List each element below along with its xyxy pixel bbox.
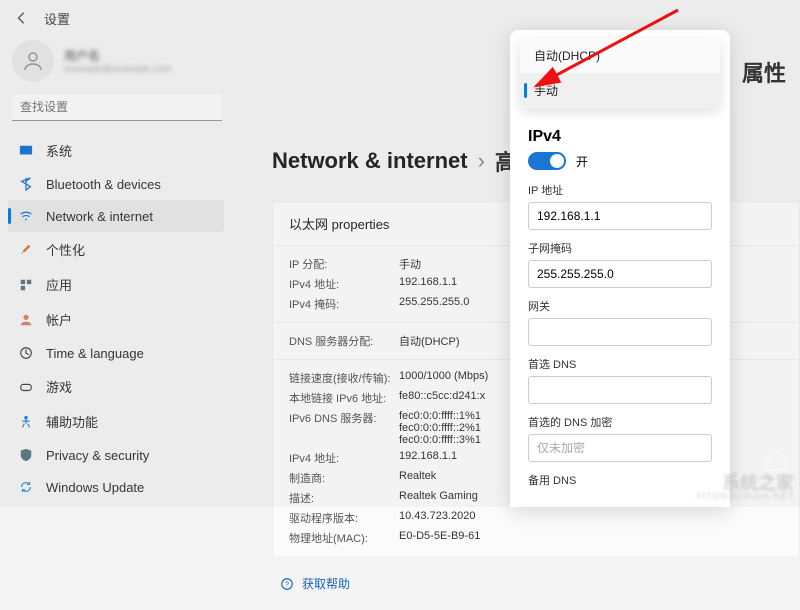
prop-value: E0-D5-5E-B9-61 [399,530,783,546]
get-help-link[interactable]: ? 获取帮助 [272,557,800,610]
prop-value: 10.43.723.2020 [399,510,783,526]
ip-assignment-dropdown[interactable]: 自动(DHCP) 手动 [520,38,720,108]
ipv4-toggle[interactable] [528,152,566,170]
help-icon: ? [280,577,294,591]
prop-label: 物理地址(MAC): [289,530,399,546]
dnsenc-input[interactable] [528,434,712,462]
watermark: 系统之家 XITONGZHIJIA.NET [696,448,794,501]
ip-input[interactable] [528,202,712,230]
dropdown-option-auto[interactable]: 自动(DHCP) [520,38,720,73]
dns-input[interactable] [528,376,712,404]
help-label: 获取帮助 [302,575,350,592]
gateway-label: 网关 [528,298,712,314]
ip-label: IP 地址 [528,182,712,198]
mask-input[interactable] [528,260,712,288]
prop-label: 驱动程序版本: [289,510,399,526]
dnsenc-label: 首选的 DNS 加密 [528,414,712,430]
dns-label: 首选 DNS [528,356,712,372]
toggle-label: 开 [576,153,588,170]
gateway-input[interactable] [528,318,712,346]
svg-text:?: ? [285,581,289,588]
altdns-label: 备用 DNS [528,472,712,488]
ipv4-title: IPv4 [528,128,712,146]
mask-label: 子网掩码 [528,240,712,256]
dropdown-option-manual[interactable]: 手动 [520,73,720,108]
ip-settings-popup: 自动(DHCP) 手动 IPv4 开 IP 地址 子网掩码 网关 首选 DNS … [510,30,730,507]
